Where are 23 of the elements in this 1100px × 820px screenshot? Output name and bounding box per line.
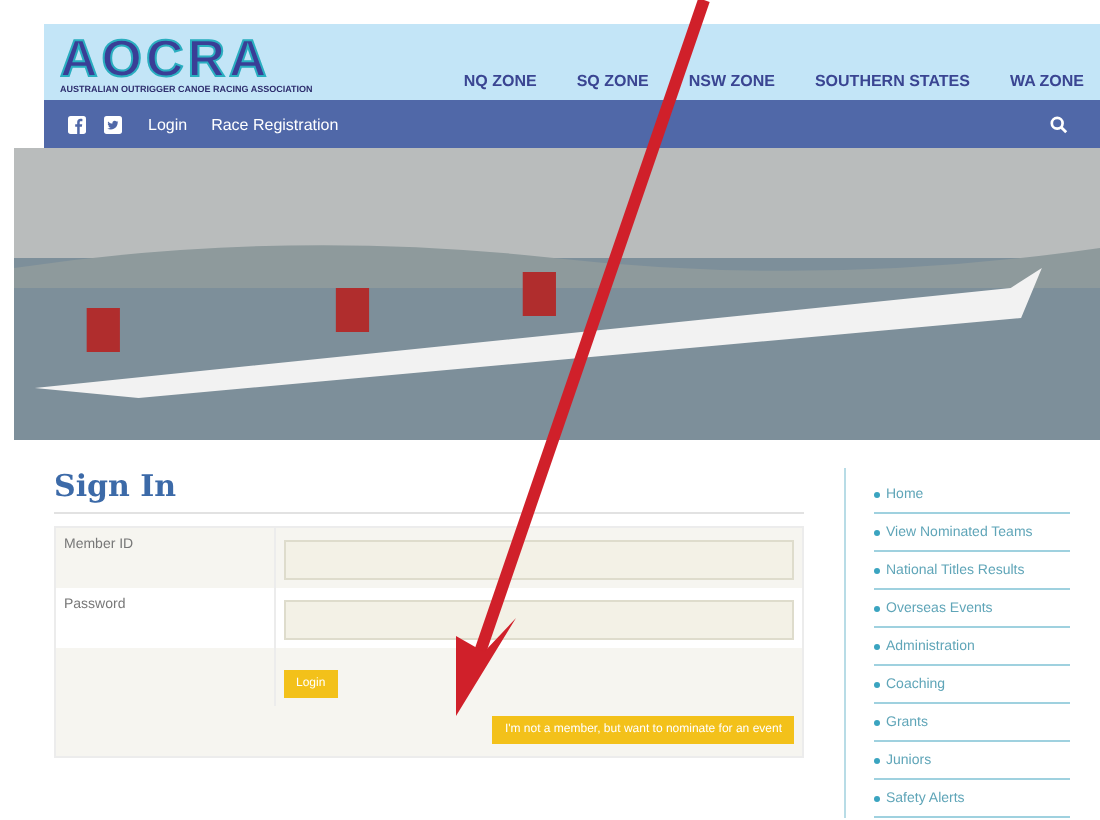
bullet-icon [874,681,880,687]
bullet-icon [874,719,880,725]
bullet-icon [874,605,880,611]
nav-link[interactable]: NQ ZONE [463,72,537,90]
input-field[interactable] [284,600,794,640]
page-title: Sign In [54,468,179,508]
bullet-icon [874,643,880,649]
twitter-icon[interactable] [104,115,122,133]
nav-link[interactable]: WA ZONE [1009,72,1084,90]
toolbar-link[interactable]: Race Registration [211,115,339,133]
bullet-icon [874,757,880,763]
input-field[interactable] [284,540,794,580]
facebook-icon[interactable] [68,115,86,133]
nav-link[interactable]: SOUTHERN STATES [814,72,970,90]
nav-link[interactable]: SQ ZONE [576,72,649,90]
bullet-icon [874,529,880,535]
logo-text[interactable]: AOCRA [60,32,271,84]
bullet-icon [874,491,880,497]
nav-link[interactable]: NSW ZONE [688,72,775,90]
search-icon[interactable] [1050,115,1068,133]
bullet-icon [874,567,880,573]
toolbar-link[interactable]: Login [148,115,188,133]
bullet-icon [874,795,880,801]
